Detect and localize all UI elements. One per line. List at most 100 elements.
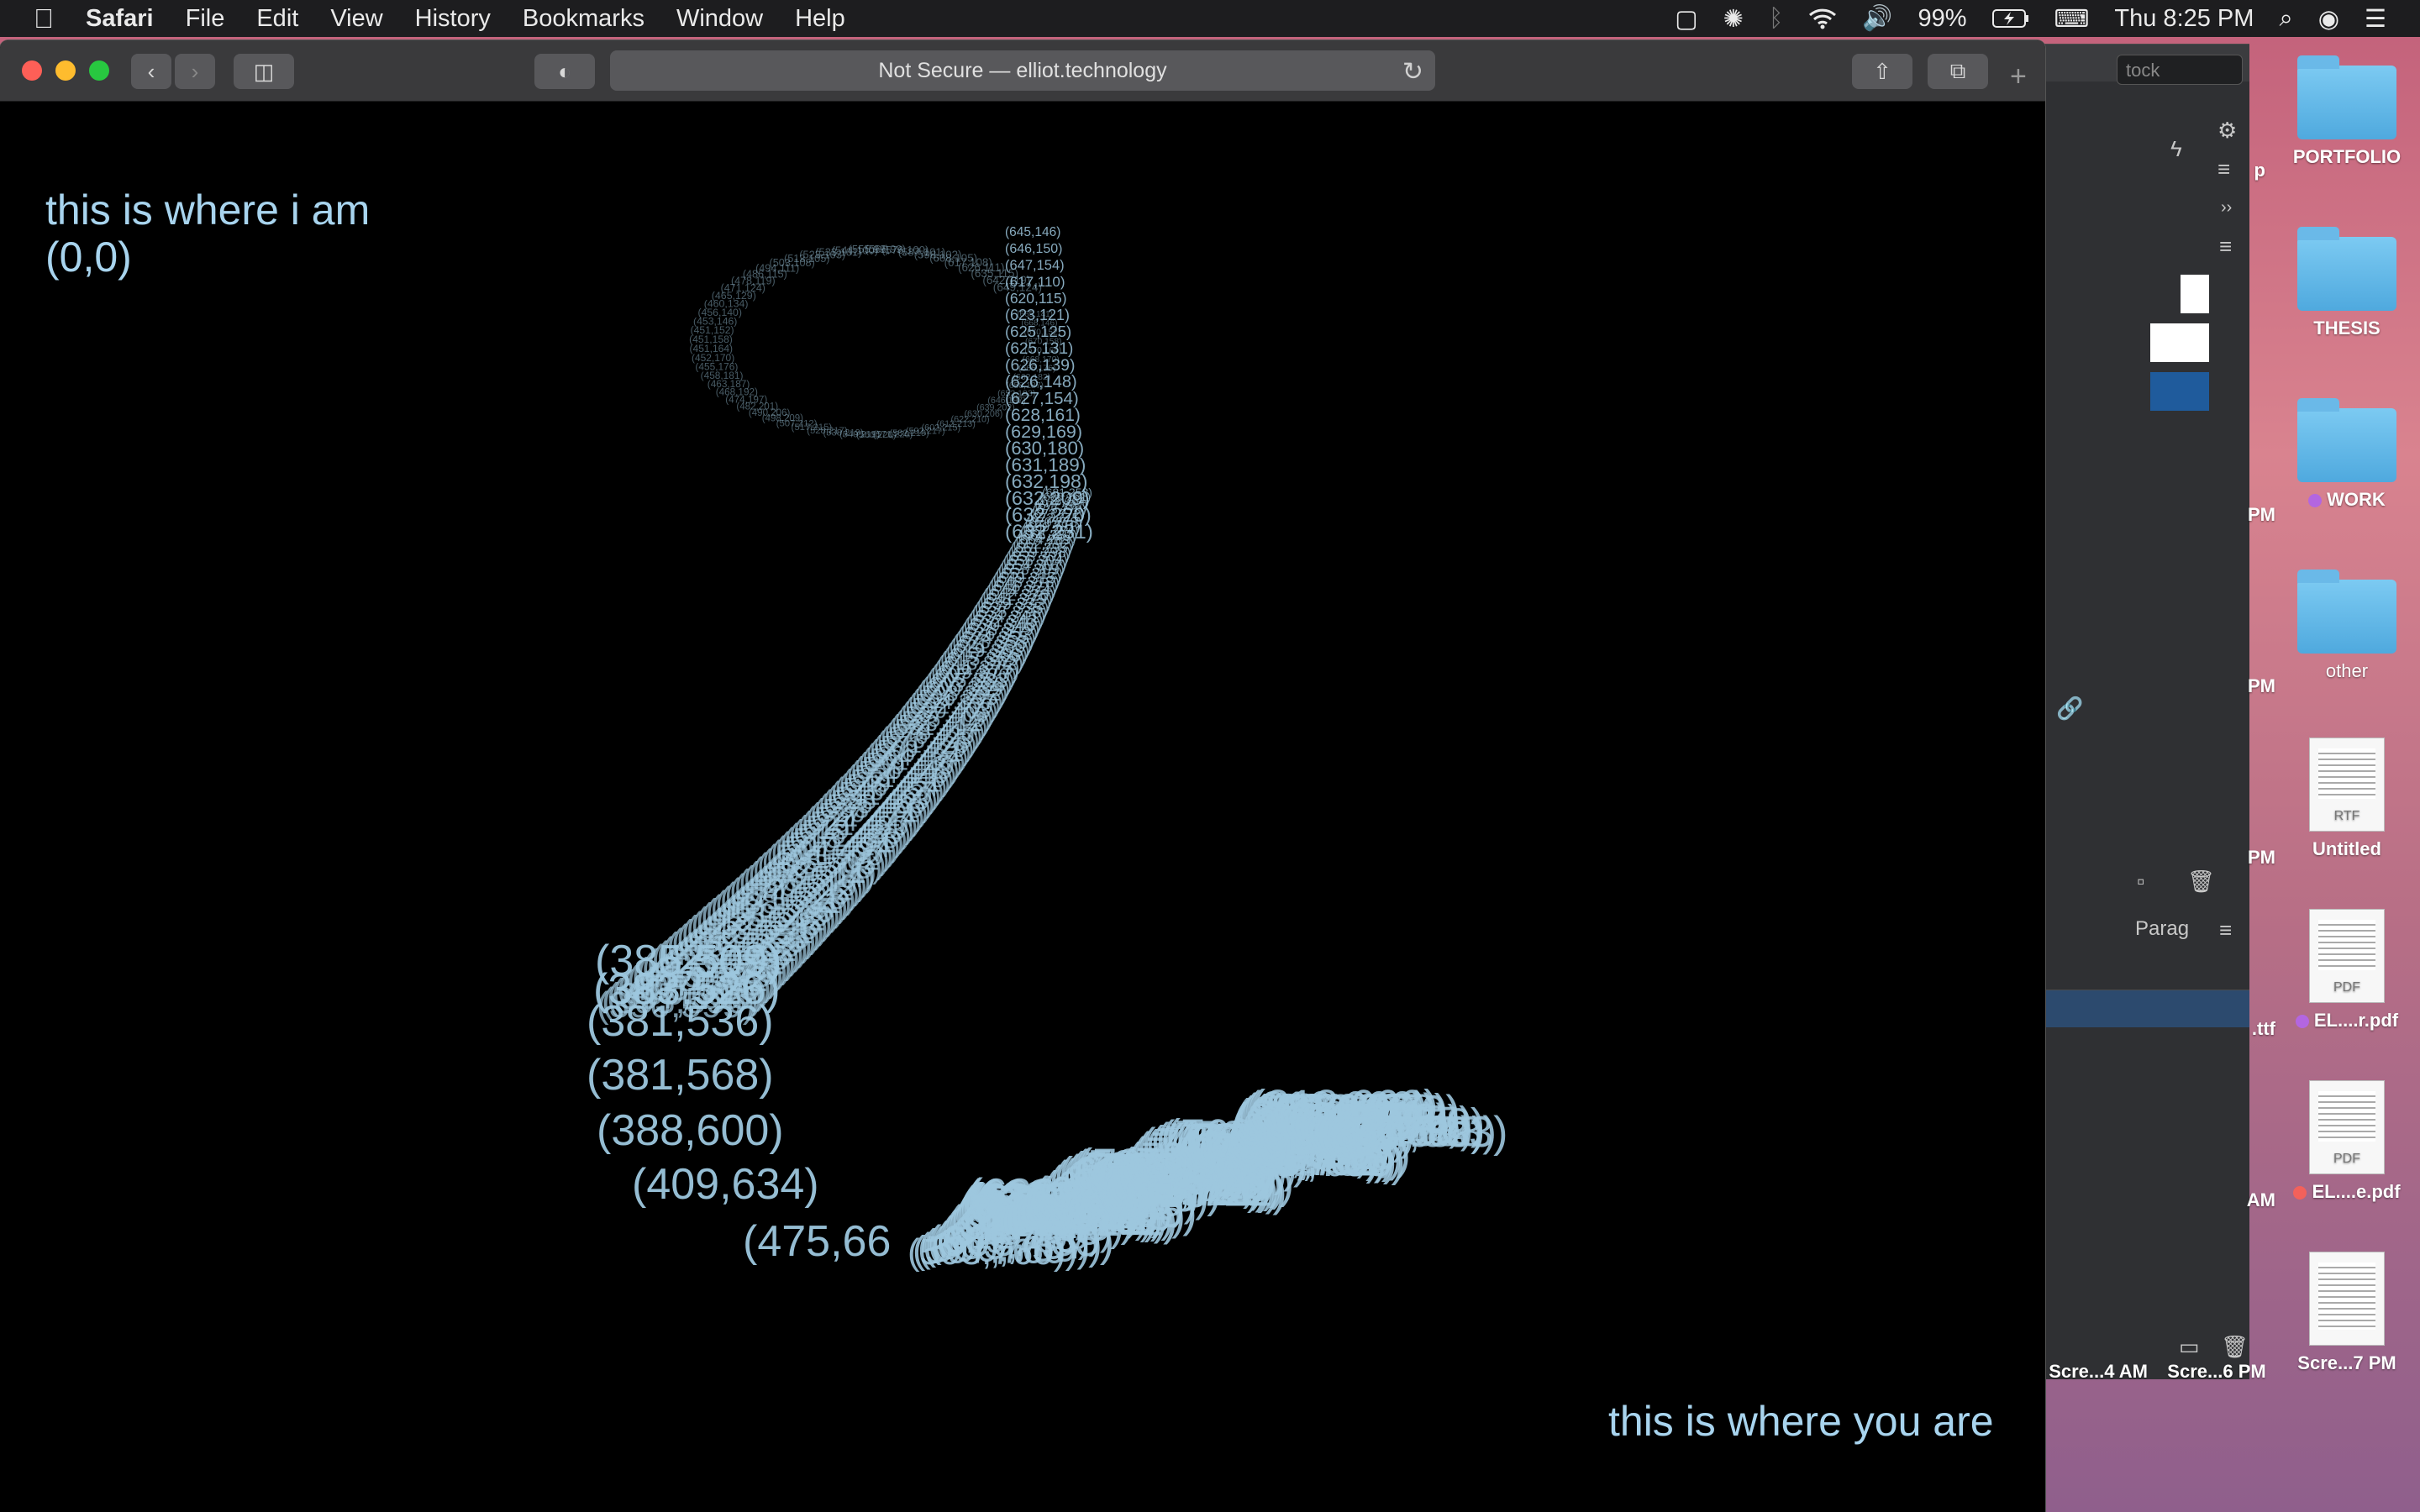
notification-center-icon[interactable]: ☰ bbox=[2365, 4, 2386, 34]
desktop-folder-thesis[interactable]: THESIS bbox=[2284, 227, 2410, 339]
shield-icon: ◐ bbox=[558, 58, 571, 84]
back-button[interactable]: ‹ bbox=[131, 54, 171, 89]
swatch-thumbnail[interactable] bbox=[2181, 275, 2209, 313]
desktop-folder-other[interactable]: other bbox=[2284, 570, 2410, 682]
trail-coordinate-label: (381,536) bbox=[587, 997, 774, 1046]
minimize-window-button[interactable] bbox=[55, 60, 76, 81]
address-text: Not Secure — elliot.technology bbox=[878, 58, 1167, 82]
panel-header: tock bbox=[2044, 44, 2249, 85]
screenshot-thumbnail-icon bbox=[2309, 1252, 2385, 1346]
menu-view[interactable]: View bbox=[330, 0, 382, 37]
swatch-thumbnail[interactable] bbox=[2150, 323, 2209, 362]
document-icon: RTF bbox=[2309, 738, 2385, 832]
trail-coordinate-label: (627,154) bbox=[1005, 389, 1079, 408]
reload-icon[interactable]: ↻ bbox=[1402, 57, 1423, 87]
gear-icon[interactable]: ⚙ bbox=[2217, 118, 2237, 144]
trail-coordinate-label: (628,161) bbox=[1005, 406, 1081, 425]
wifi-icon[interactable] bbox=[1808, 8, 1837, 29]
partial-desktop-label[interactable]: AM bbox=[2198, 1189, 2275, 1211]
desktop-file-el-r-pdf[interactable]: PDF EL....r.pdf bbox=[2284, 909, 2410, 1032]
privacy-report-button[interactable]: ◐ bbox=[534, 54, 595, 89]
forward-button[interactable]: › bbox=[175, 54, 215, 89]
desktop-icon-label: WORK bbox=[2327, 489, 2386, 510]
partial-desktop-label[interactable]: Scre...4 AM bbox=[2044, 1361, 2148, 1383]
close-window-button[interactable] bbox=[22, 60, 42, 81]
desktop-icon-label: EL....r.pdf bbox=[2313, 1010, 2399, 1031]
trail-coordinate-label: (647,154) bbox=[1005, 258, 1065, 273]
trail-coordinate-label: (625,125) bbox=[1005, 323, 1071, 340]
apple-menu-icon[interactable]:  bbox=[34, 0, 54, 37]
battery-percent[interactable]: 99% bbox=[1918, 5, 1967, 33]
trail-coordinate-label: (409,634) bbox=[632, 1160, 819, 1209]
menu-icon[interactable]: ≡ bbox=[2219, 234, 2232, 260]
chevron-right-icon: › bbox=[191, 58, 199, 84]
menu-window[interactable]: Window bbox=[676, 0, 763, 37]
partial-desktop-label[interactable]: .ttf bbox=[2198, 1018, 2275, 1040]
share-button[interactable]: ⇧ bbox=[1852, 54, 1912, 89]
new-tab-button[interactable]: + bbox=[2010, 60, 2027, 93]
safari-toolbar: ‹ › ◫ ◐ Not Secure — elliot.technology ↻… bbox=[0, 40, 2045, 102]
paragraph-tab[interactable]: Parag bbox=[2135, 917, 2189, 941]
sidebar-button[interactable]: ◫ bbox=[234, 54, 294, 89]
menu-history[interactable]: History bbox=[415, 0, 491, 37]
input-source-icon[interactable]: ⌨ bbox=[2054, 4, 2090, 34]
trail-coordinate-label: (623,121) bbox=[1005, 307, 1070, 323]
sidebar-icon: ◫ bbox=[253, 58, 275, 84]
menu-edit[interactable]: Edit bbox=[256, 0, 298, 37]
bluetooth-icon[interactable]: ᛒ bbox=[1769, 5, 1783, 33]
desktop-file-untitled[interactable]: RTF Untitled bbox=[2284, 738, 2410, 860]
folder-icon bbox=[2297, 570, 2396, 654]
partial-desktop-label[interactable]: Scre...6 PM bbox=[2158, 1361, 2275, 1383]
pdf-icon: PDF bbox=[2309, 1080, 2385, 1174]
menu-bookmarks[interactable]: Bookmarks bbox=[523, 0, 644, 37]
desktop-file-el-e-pdf[interactable]: PDF EL....e.pdf bbox=[2284, 1080, 2410, 1203]
trail-coordinate-label: (626,148) bbox=[1005, 373, 1077, 391]
trail-coordinate-label: (625,131) bbox=[1005, 340, 1073, 358]
desktop-folder-work[interactable]: WORK bbox=[2284, 398, 2410, 511]
desktop-icon-label: EL....e.pdf bbox=[2312, 1181, 2401, 1202]
link-icon[interactable]: 🔗 bbox=[2056, 696, 2083, 722]
desktop-icon-label: other bbox=[2325, 660, 2369, 681]
trail-coordinate-label: (620,115) bbox=[1005, 290, 1067, 307]
trail-coordinate-label: (866,683) bbox=[1324, 1114, 1482, 1155]
menu-app-name[interactable]: Safari bbox=[86, 0, 154, 37]
tab-overview-button[interactable]: ⧉ bbox=[1928, 54, 1988, 89]
folder-icon[interactable]: ▭ bbox=[2179, 1334, 2200, 1360]
screen-mirroring-icon[interactable]: ▢ bbox=[1675, 4, 1697, 34]
partial-desktop-label[interactable]: p bbox=[2198, 160, 2265, 181]
partial-desktop-label[interactable]: PM bbox=[2198, 675, 2275, 697]
menu-help[interactable]: Help bbox=[795, 0, 845, 37]
trail-coordinate-label: (645,146) bbox=[1005, 225, 1060, 239]
siri-icon[interactable]: ◉ bbox=[2318, 4, 2339, 34]
folder-icon bbox=[2297, 227, 2396, 311]
trail-coordinate-label: (646,150) bbox=[1005, 242, 1063, 256]
desktop-icon-label: PORTFOLIO bbox=[2292, 146, 2402, 167]
lightning-icon[interactable]: ϟ bbox=[2170, 136, 2182, 162]
spotlight-search-icon[interactable]: ⌕ bbox=[2279, 5, 2292, 33]
panel-search-field[interactable]: tock bbox=[2117, 55, 2243, 85]
partial-desktop-label[interactable]: PM bbox=[2198, 504, 2275, 526]
web-page-canvas[interactable]: this is where i am (0,0) this is where y… bbox=[0, 102, 2045, 1512]
menubar-clock[interactable]: Thu 8:25 PM bbox=[2114, 5, 2254, 33]
brightness-icon[interactable]: ✺ bbox=[1723, 4, 1744, 34]
new-layer-icon[interactable]: ▫ bbox=[2137, 869, 2144, 895]
background-app-panel: tock ⚙ ϟ ≡ ›› ≡ 🔗 ▫ 🗑 Parag ≡ ▭ 🗑 bbox=[2044, 44, 2249, 1379]
menu-icon[interactable]: ≡ bbox=[2219, 917, 2232, 943]
trash-icon[interactable]: 🗑 bbox=[2187, 869, 2215, 895]
battery-charging-icon[interactable] bbox=[1991, 8, 2029, 29]
partial-desktop-label[interactable]: PM bbox=[2198, 847, 2275, 869]
address-bar[interactable]: Not Secure — elliot.technology ↻ bbox=[610, 50, 1435, 91]
trail-coordinate-label: (475,66 bbox=[743, 1217, 891, 1266]
swatch-thumbnail[interactable] bbox=[2150, 372, 2209, 411]
zoom-window-button[interactable] bbox=[89, 60, 109, 81]
desktop-folder-portfolio[interactable]: PORTFOLIO bbox=[2284, 55, 2410, 168]
menu-file[interactable]: File bbox=[186, 0, 225, 37]
tabs-icon: ⧉ bbox=[1949, 58, 1966, 83]
expand-icon[interactable]: ›› bbox=[2221, 198, 2232, 218]
volume-icon[interactable]: 🔊 bbox=[1862, 4, 1892, 33]
desktop-file-screenshot[interactable]: Scre...7 PM bbox=[2284, 1252, 2410, 1374]
trail-coordinate-label: (381,568) bbox=[587, 1051, 774, 1100]
trash-icon[interactable]: 🗑 bbox=[2221, 1334, 2249, 1360]
folder-icon bbox=[2297, 55, 2396, 139]
desktop-icon-label: Untitled bbox=[2312, 838, 2381, 859]
